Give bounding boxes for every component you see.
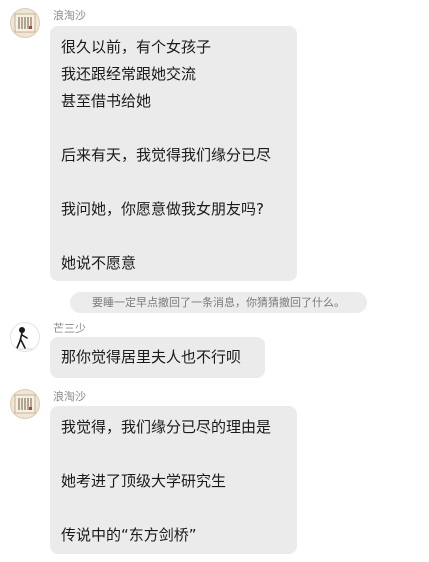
message-text-line: 很久以前，有个女孩子 (61, 38, 212, 56)
sender-name: 浪淘沙 (53, 9, 86, 22)
message-text-line: 她考进了顶级大学研究生 (61, 472, 227, 490)
message-text-line: 那你觉得居里夫人也不行呗 (61, 348, 242, 366)
recall-notice: 要睡一定早点撤回了一条消息，你猜猜撤回了什么。 (70, 292, 367, 313)
message-text-line: 我还跟经常跟她交流 (61, 65, 197, 83)
scroll-avatar-icon (14, 13, 36, 33)
message-text-line: 我问她，你愿意做我女朋友吗? (61, 200, 264, 218)
sender-name: 芒三少 (53, 322, 86, 335)
message-bubble[interactable]: 我觉得，我们缘分已尽的理由是 她考进了顶级大学研究生 传说中的“东方剑桥” (50, 406, 297, 554)
message-text-line: 她说不愿意 (61, 254, 137, 272)
message-text-line: 我觉得，我们缘分已尽的理由是 (61, 418, 272, 436)
sender-avatar[interactable] (10, 8, 40, 38)
message-text-line: 甚至借书给她 (61, 92, 152, 110)
message-bubble[interactable]: 那你觉得居里夫人也不行呗 (50, 337, 265, 378)
message-text-line: 传说中的“东方剑桥” (61, 526, 197, 544)
sender-name: 浪淘沙 (53, 390, 86, 403)
figure-avatar-icon (15, 327, 35, 350)
scroll-avatar-icon (14, 394, 36, 414)
message-text-line: 后来有天，我觉得我们缘分已尽 (61, 146, 272, 164)
sender-avatar[interactable] (10, 389, 40, 419)
sender-avatar[interactable] (10, 322, 40, 352)
message-bubble[interactable]: 很久以前，有个女孩子 我还跟经常跟她交流 甚至借书给她 后来有天，我觉得我们缘分… (50, 26, 297, 281)
